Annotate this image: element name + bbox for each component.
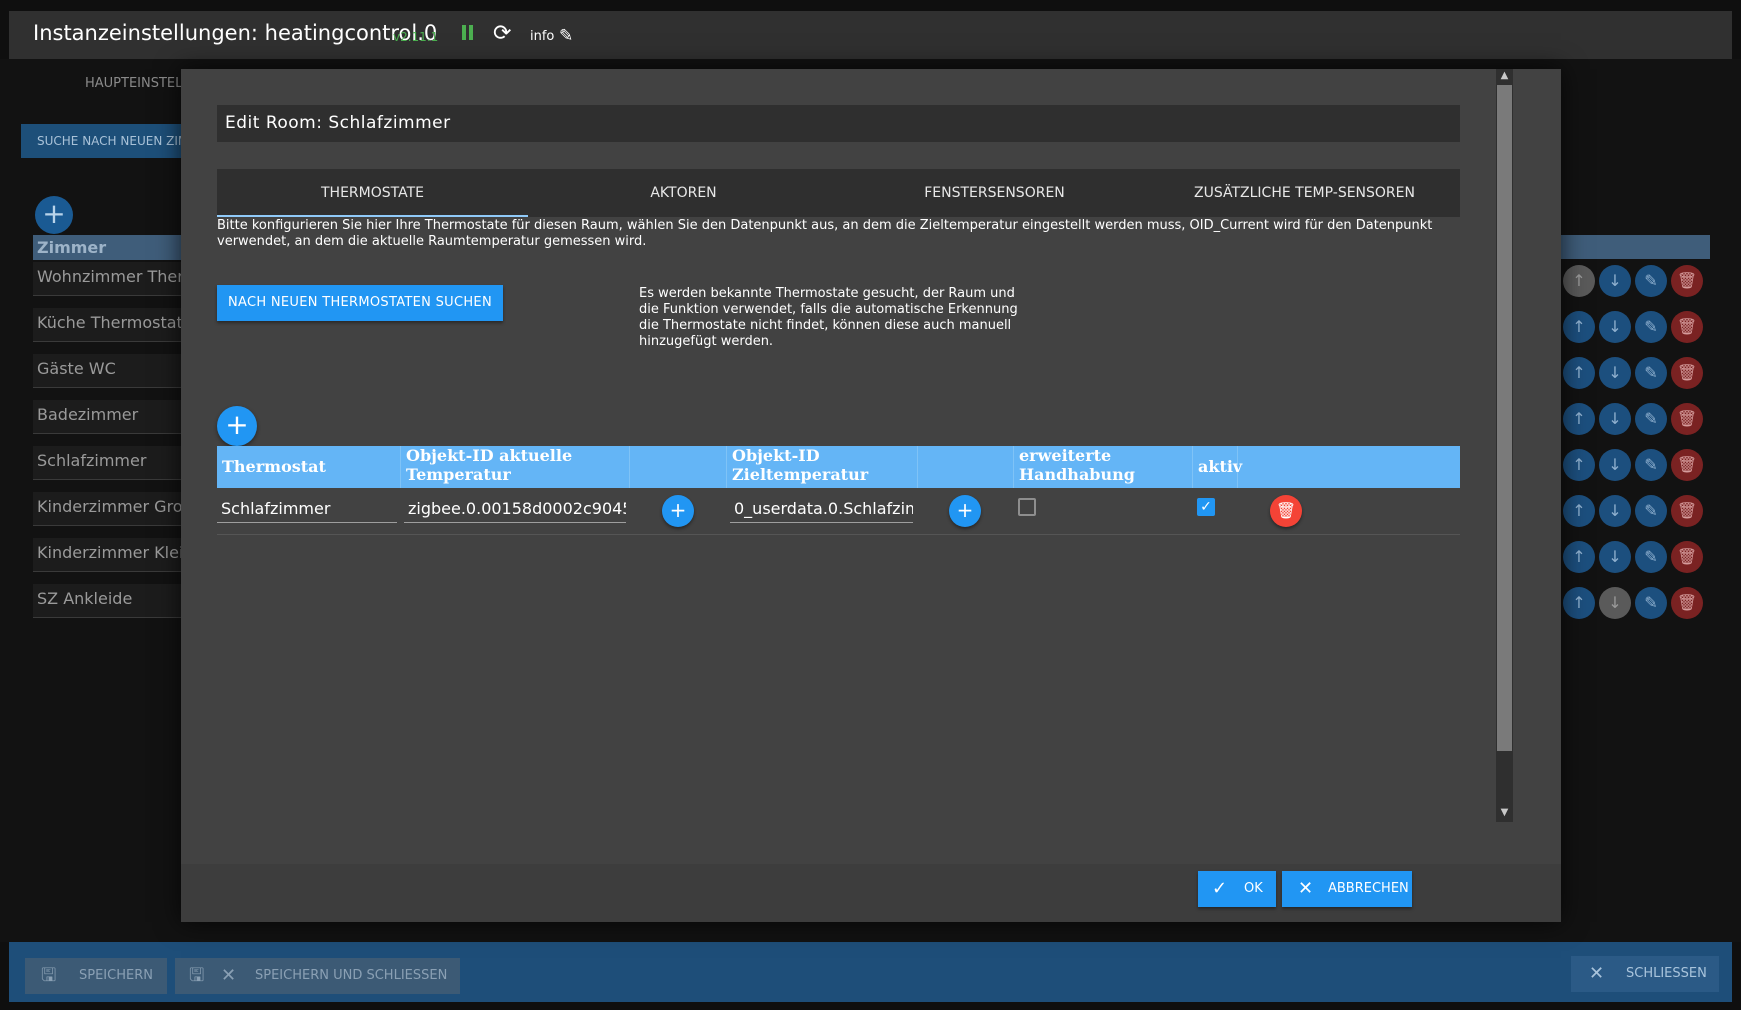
room-row[interactable]: Badezimmer [33, 400, 183, 434]
close-icon: ✕ [221, 965, 237, 986]
delete-thermostat-button[interactable]: 🗑 [1270, 495, 1302, 527]
delete-icon[interactable]: 🗑 [1671, 265, 1703, 297]
move-down-icon[interactable]: ↓ [1599, 403, 1631, 435]
header-spacer [630, 446, 727, 488]
header-spacer [918, 446, 1014, 488]
move-down-icon[interactable]: ↓ [1599, 449, 1631, 481]
search-rooms-button[interactable]: SUCHE NACH NEUEN ZIMMERN [21, 124, 191, 158]
move-down-icon[interactable]: ↓ [1599, 357, 1631, 389]
edit-icon[interactable]: ✎ [1635, 403, 1667, 435]
page-title: Instanzeinstellungen: heatingcontrol.0 [33, 21, 438, 45]
scroll-up-icon[interactable]: ▲ [1496, 69, 1513, 83]
move-down-icon[interactable]: ↓ [1599, 495, 1631, 527]
close-icon: ✕ [1589, 963, 1605, 984]
search-hint-text: Es werden bekannte Thermostate gesucht, … [639, 286, 1018, 349]
tab-aktoren[interactable]: AKTOREN [528, 169, 839, 217]
add-thermostat-button[interactable]: + [217, 406, 257, 446]
room-actions: ↑ ↓ ✎ 🗑 ↑ ↓ ✎ 🗑 ↑ ↓ ✎ 🗑 ↑ ↓ ✎ 🗑 ↑ ↓ ✎ 🗑 … [1563, 265, 1713, 625]
close-icon: ✕ [1298, 878, 1314, 899]
edit-icon[interactable]: ✎ [1635, 587, 1667, 619]
floppy-icon: 🖫 [189, 965, 205, 986]
extended-handling-checkbox[interactable] [1018, 498, 1036, 516]
delete-icon[interactable]: 🗑 [1671, 403, 1703, 435]
dialog-scrollbar[interactable]: ▲ ▼ [1496, 69, 1513, 822]
delete-icon[interactable]: 🗑 [1671, 587, 1703, 619]
description-text: Bitte konfigurieren Sie hier Ihre Thermo… [217, 218, 1433, 249]
move-down-icon[interactable]: ↓ [1599, 265, 1631, 297]
delete-icon[interactable]: 🗑 [1671, 357, 1703, 389]
room-row[interactable]: Wohnzimmer Thermostat [33, 262, 183, 296]
dialog-footer: ✓ OK ✕ ABBRECHEN [181, 864, 1561, 922]
move-up-icon[interactable]: ↑ [1563, 357, 1595, 389]
move-up-icon[interactable]: ↑ [1563, 541, 1595, 573]
move-up-icon[interactable]: ↑ [1563, 495, 1595, 527]
header-current-oid: Objekt-ID aktuelle Temperatur [401, 446, 630, 488]
dialog-title: Edit Room: Schlafzimmer [217, 105, 1460, 142]
header-target-oid: Objekt-ID Zieltemperatur [727, 446, 918, 488]
info-link[interactable]: info [530, 29, 554, 44]
room-row[interactable]: Gäste WC [33, 354, 183, 388]
move-down-icon[interactable]: ↓ [1599, 541, 1631, 573]
select-target-oid-button[interactable]: + [949, 495, 981, 527]
pause-icon[interactable] [462, 25, 476, 43]
thermostat-table-header: Thermostat Objekt-ID aktuelle Temperatur… [217, 446, 1460, 488]
edit-icon[interactable]: ✎ [1635, 357, 1667, 389]
move-up-icon[interactable]: ↑ [1563, 311, 1595, 343]
delete-icon[interactable]: 🗑 [1671, 541, 1703, 573]
check-icon: ✓ [1212, 878, 1228, 899]
delete-icon[interactable]: 🗑 [1671, 449, 1703, 481]
select-current-oid-button[interactable]: + [662, 495, 694, 527]
active-checkbox[interactable]: ✓ [1197, 498, 1215, 516]
room-row[interactable]: Kinderzimmer Klein [33, 538, 183, 572]
scrollbar-thumb[interactable] [1497, 85, 1512, 751]
save-button[interactable]: 🖫 SPEICHERN [25, 958, 167, 994]
cancel-button[interactable]: ✕ ABBRECHEN [1282, 871, 1412, 907]
thermostat-name-input[interactable]: Schlafzimmer [217, 497, 397, 523]
edit-icon[interactable]: ✎ [1635, 449, 1667, 481]
rooms-table-header-right [1560, 235, 1710, 259]
room-row[interactable]: Kinderzimmer Groß [33, 492, 183, 526]
move-up-icon[interactable]: ↑ [1563, 265, 1595, 297]
version-label: v2.11.1 [393, 30, 439, 44]
room-row[interactable]: Küche Thermostat [33, 308, 183, 342]
header-extended: erweiterte Handhabung [1014, 446, 1193, 488]
scroll-down-icon[interactable]: ▼ [1496, 806, 1513, 820]
bottom-toolbar: 🖫 SPEICHERN 🖫 ✕ SPEICHERN UND SCHLIESSEN… [9, 942, 1732, 1002]
ok-button[interactable]: ✓ OK [1198, 871, 1276, 907]
current-oid-input[interactable]: zigbee.0.00158d0002c90453.temperature [404, 497, 626, 523]
reload-icon[interactable]: ⟳ [493, 23, 511, 45]
delete-icon[interactable]: 🗑 [1671, 495, 1703, 527]
move-down-icon[interactable]: ↓ [1599, 587, 1631, 619]
floppy-icon: 🖫 [41, 965, 57, 986]
room-row[interactable]: SZ Ankleide [33, 584, 183, 618]
rooms-table-header: Zimmer [33, 235, 183, 260]
header-active: aktiv [1193, 446, 1242, 488]
edit-icon[interactable]: ✎ [1635, 311, 1667, 343]
delete-icon[interactable]: 🗑 [1671, 311, 1703, 343]
search-thermostats-button[interactable]: NACH NEUEN THERMOSTATEN SUCHEN [217, 285, 503, 321]
edit-room-dialog: Edit Room: Schlafzimmer THERMOSTATE AKTO… [181, 69, 1561, 922]
edit-icon[interactable]: ✎ [559, 26, 573, 46]
move-up-icon[interactable]: ↑ [1563, 403, 1595, 435]
room-row[interactable]: Schlafzimmer [33, 446, 183, 480]
move-up-icon[interactable]: ↑ [1563, 587, 1595, 619]
add-room-button[interactable]: + [35, 196, 73, 234]
edit-icon[interactable]: ✎ [1635, 541, 1667, 573]
move-down-icon[interactable]: ↓ [1599, 311, 1631, 343]
tab-thermostate[interactable]: THERMOSTATE [217, 169, 528, 217]
header-thermostat: Thermostat [217, 446, 401, 488]
move-up-icon[interactable]: ↑ [1563, 449, 1595, 481]
target-oid-input[interactable]: 0_userdata.0.Schlafzimmer [730, 497, 913, 523]
table-row: Schlafzimmer zigbee.0.00158d0002c90453.t… [217, 488, 1460, 535]
edit-icon[interactable]: ✎ [1635, 495, 1667, 527]
edit-icon[interactable]: ✎ [1635, 265, 1667, 297]
tab-fenstersensoren[interactable]: FENSTERSENSOREN [839, 169, 1150, 217]
dialog-tabs: THERMOSTATE AKTOREN FENSTERSENSOREN ZUSÄ… [217, 169, 1460, 217]
close-button[interactable]: ✕ SCHLIESSEN [1571, 956, 1719, 992]
tab-temp-sensoren[interactable]: ZUSÄTZLICHE TEMP-SENSOREN [1149, 169, 1460, 217]
save-and-close-button[interactable]: 🖫 ✕ SPEICHERN UND SCHLIESSEN [175, 958, 460, 994]
title-bar: Instanzeinstellungen: heatingcontrol.0 v… [9, 11, 1732, 59]
